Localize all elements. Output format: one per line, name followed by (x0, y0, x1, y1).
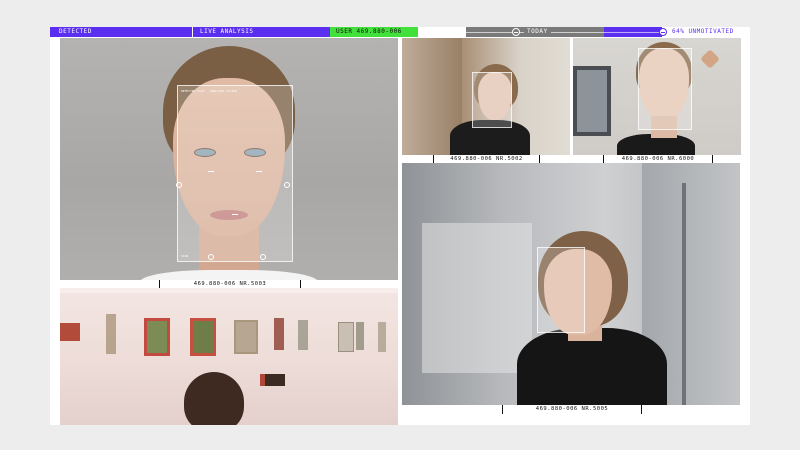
window-mullion (682, 183, 686, 405)
artwork (298, 320, 308, 350)
background-window (422, 223, 532, 373)
today-label: TODAY (524, 27, 551, 37)
face-tracking-overlay (537, 247, 585, 333)
window-pane (577, 70, 607, 132)
artwork (234, 320, 258, 354)
hair (184, 372, 244, 425)
artwork (106, 314, 116, 354)
artwork (144, 318, 170, 356)
gallery-feed[interactable] (60, 288, 398, 425)
office-right-feed[interactable] (573, 38, 741, 155)
artwork (190, 318, 216, 356)
shirt (140, 270, 318, 280)
motivation-indicator: 64% UNMOTIVATED (604, 27, 750, 37)
tracking-point-icon (208, 171, 214, 172)
face-tracking-overlay (472, 72, 512, 128)
tracking-point-icon (232, 214, 238, 215)
tracking-point-icon (260, 254, 266, 260)
detected-label: DETECTED (50, 27, 192, 37)
motivation-label: 64% UNMOTIVATED (672, 28, 734, 35)
artwork (260, 374, 285, 386)
wall-decoration (700, 49, 720, 69)
tracking-point-icon (176, 182, 182, 188)
tracking-point-icon (208, 254, 214, 260)
artwork (378, 322, 386, 352)
artwork (60, 323, 80, 341)
ceiling (60, 288, 398, 293)
face-tracking-overlay (638, 48, 692, 130)
office-large-caption: 469.880-006 NR.5005 (502, 405, 642, 414)
today-indicator: TODAY (466, 27, 604, 37)
main-portrait-feed[interactable]: DETECTED FACE ANALYSIS ACTIVE SCAN (60, 38, 398, 280)
tracking-point-icon (284, 182, 290, 188)
office-left-feed[interactable] (402, 38, 570, 155)
office-large-feed[interactable] (402, 163, 740, 405)
status-spacer (418, 27, 466, 37)
clock-icon (659, 28, 667, 36)
artwork (274, 318, 284, 350)
live-analysis-label: LIVE ANALYSIS (192, 27, 330, 37)
artwork (356, 322, 364, 350)
clock-icon (512, 28, 520, 36)
motivation-progress-bar (604, 27, 662, 37)
tracking-point-icon (256, 171, 262, 172)
face-tracking-overlay: DETECTED FACE ANALYSIS ACTIVE SCAN (176, 85, 293, 262)
artwork (338, 322, 354, 352)
user-id-badge: USER 469.880-006 (330, 27, 418, 37)
status-bar: DETECTED LIVE ANALYSIS USER 469.880-006 … (0, 27, 800, 37)
